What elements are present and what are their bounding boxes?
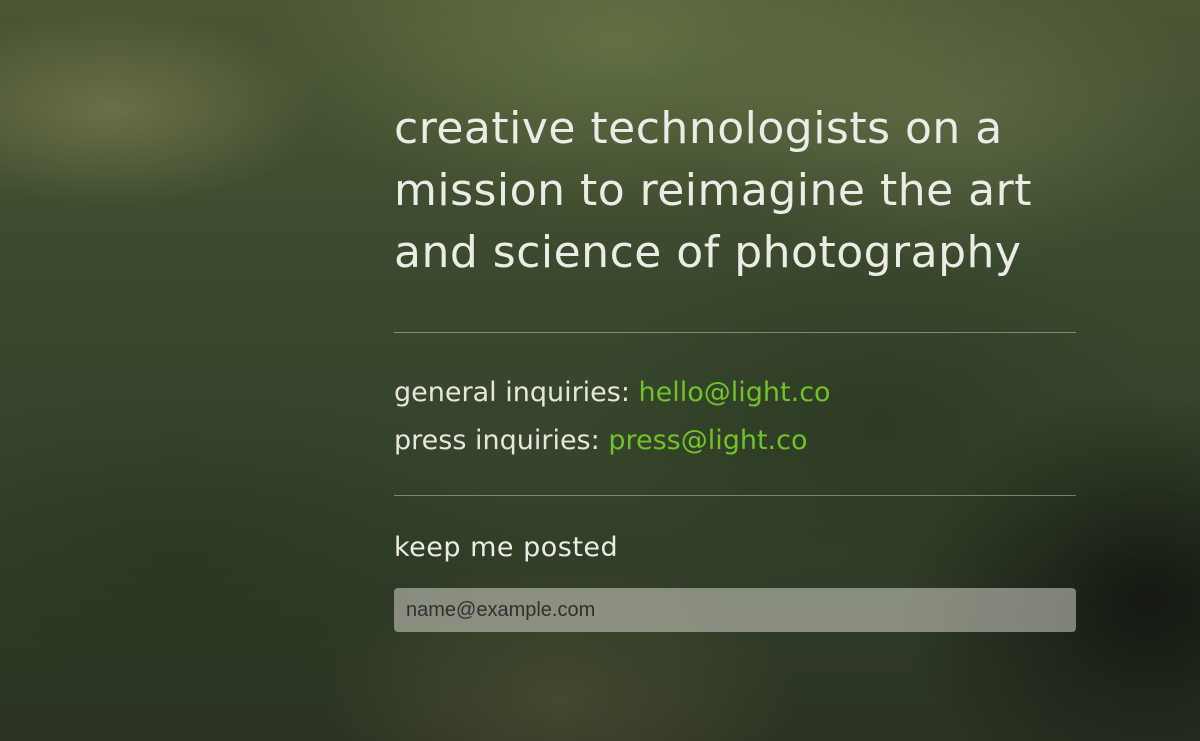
press-inquiries-label: press inquiries: [394, 425, 600, 456]
contact-section: general inquiries: hello@light.co press … [394, 333, 1076, 495]
general-inquiries-email-link[interactable]: hello@light.co [639, 377, 831, 408]
main-content: creative technologists on a mission to r… [394, 98, 1076, 632]
signup-heading: keep me posted [394, 532, 619, 563]
general-inquiries-line: general inquiries: hello@light.co [394, 369, 1076, 417]
signup-section: keep me posted [394, 496, 1076, 632]
headline: creative technologists on a mission to r… [394, 98, 1076, 284]
press-inquiries-email-link[interactable]: press@light.co [608, 425, 807, 456]
email-field[interactable] [394, 588, 1076, 632]
headline-line: and science of photography [394, 227, 1022, 278]
general-inquiries-label: general inquiries: [394, 377, 630, 408]
headline-line: mission to reimagine the art [394, 165, 1032, 216]
headline-line: creative technologists on a [394, 103, 1003, 154]
press-inquiries-line: press inquiries: press@light.co [394, 417, 1076, 465]
